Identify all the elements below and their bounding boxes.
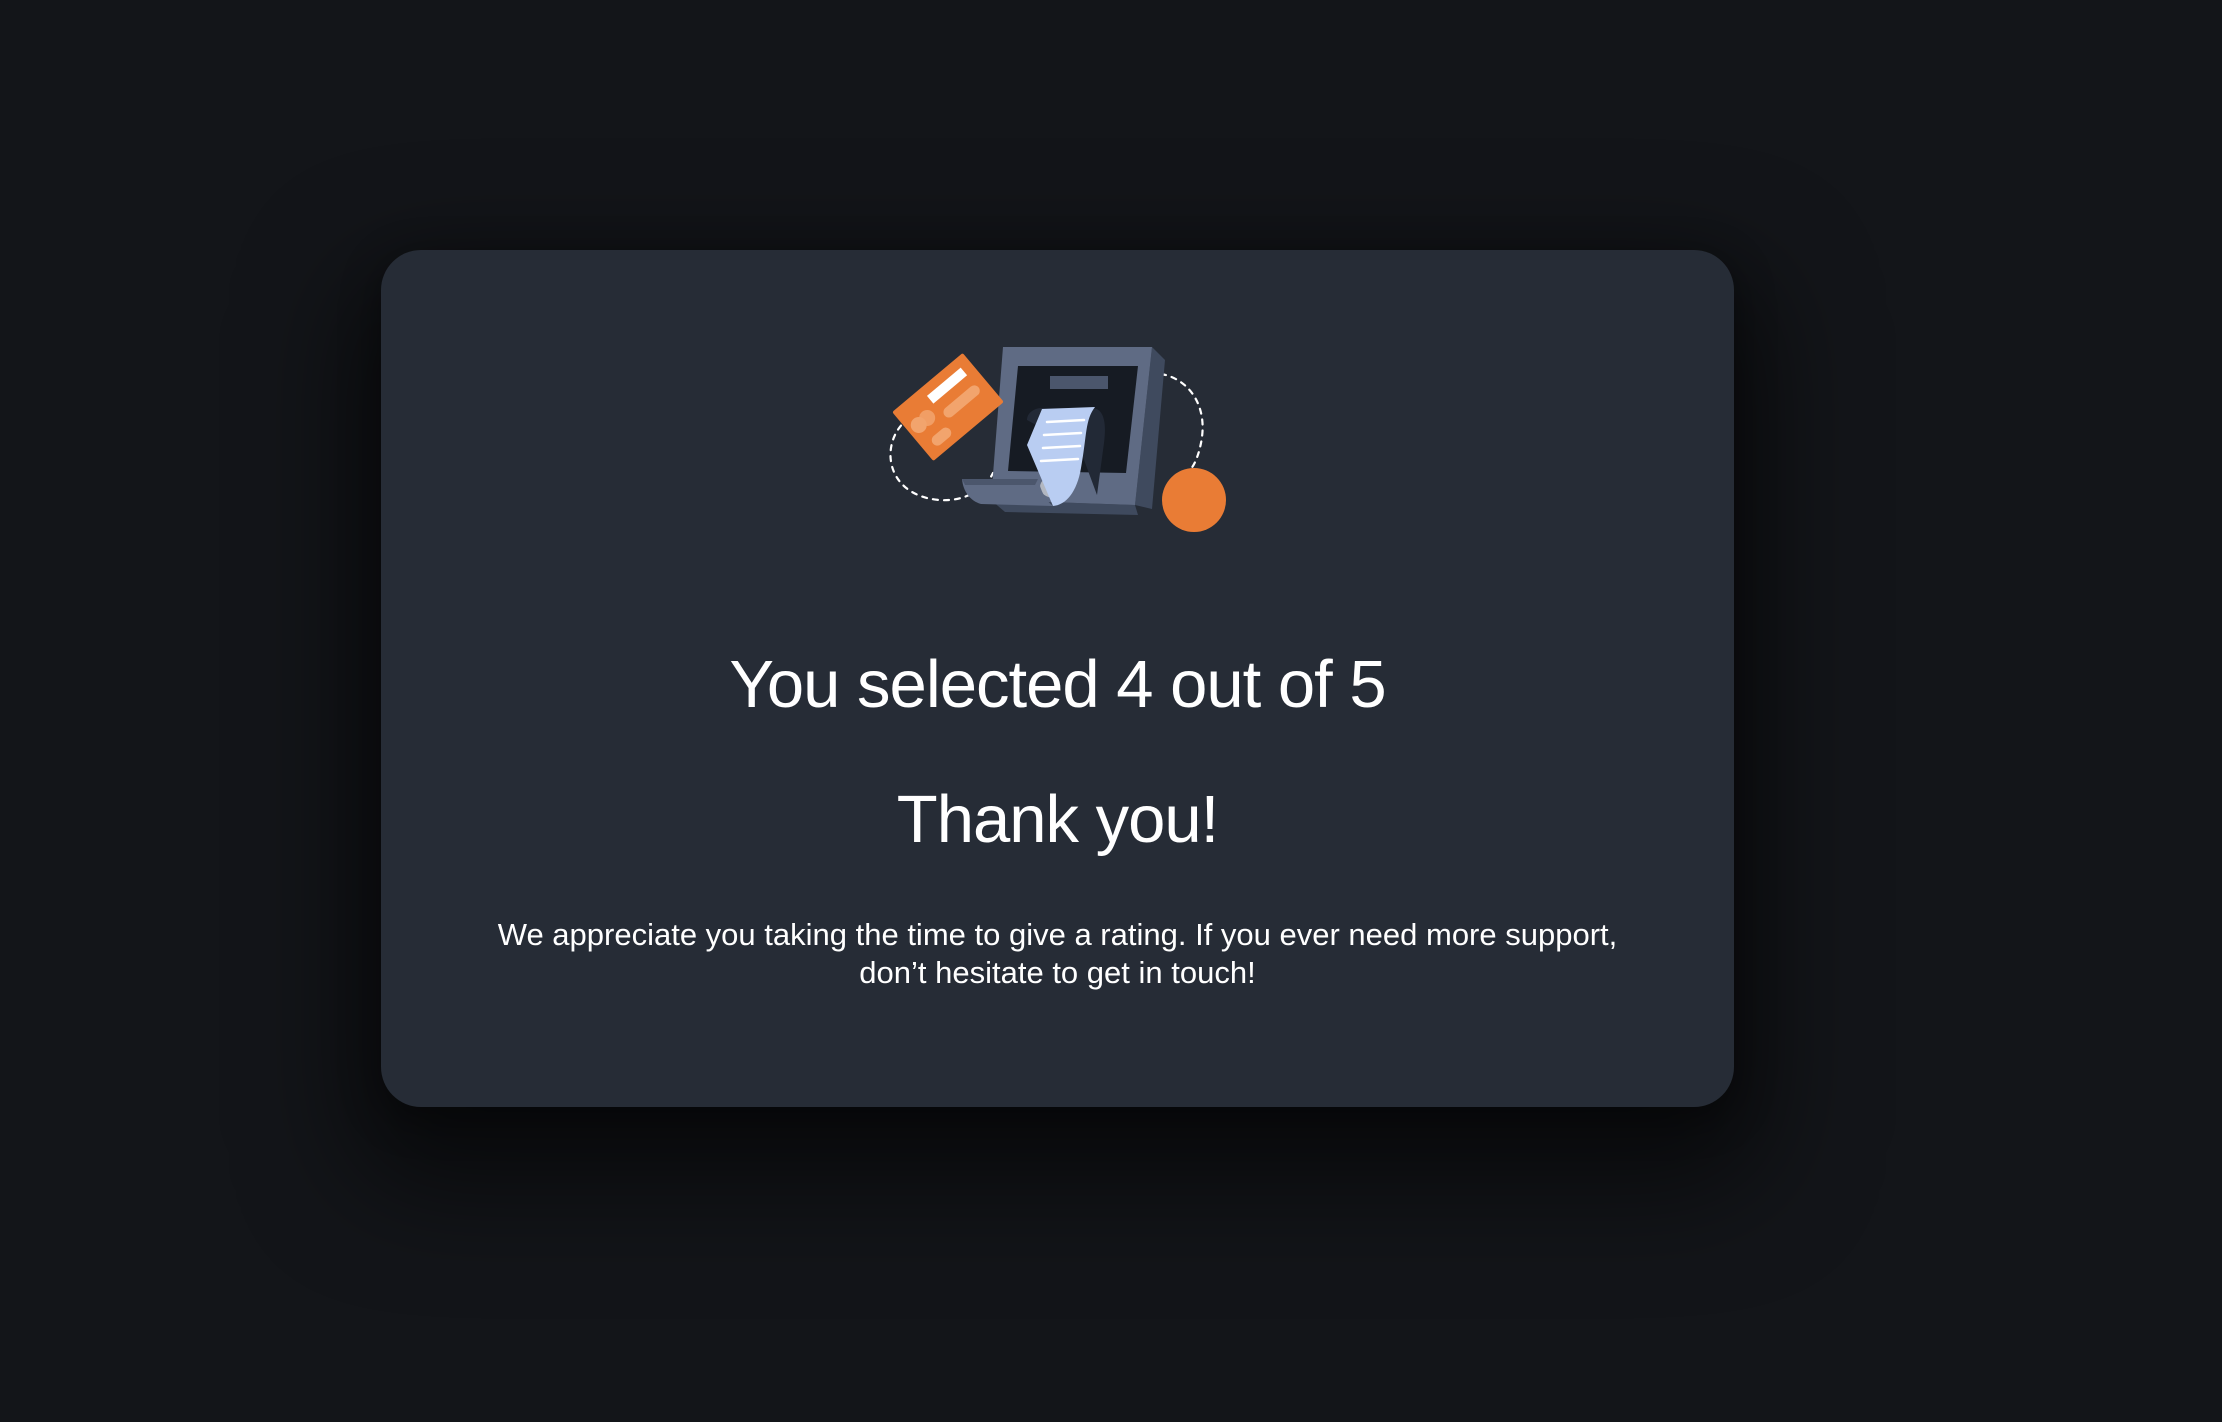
rating-summary: You selected 4 out of 5 [729, 647, 1386, 722]
phone-payment-receipt-icon [881, 345, 1234, 600]
thank-you-message: We appreciate you taking the time to giv… [497, 917, 1618, 990]
thank-you-card: You selected 4 out of 5 Thank you! We ap… [381, 250, 1734, 1107]
thank-you-heading: Thank you! [896, 782, 1219, 857]
